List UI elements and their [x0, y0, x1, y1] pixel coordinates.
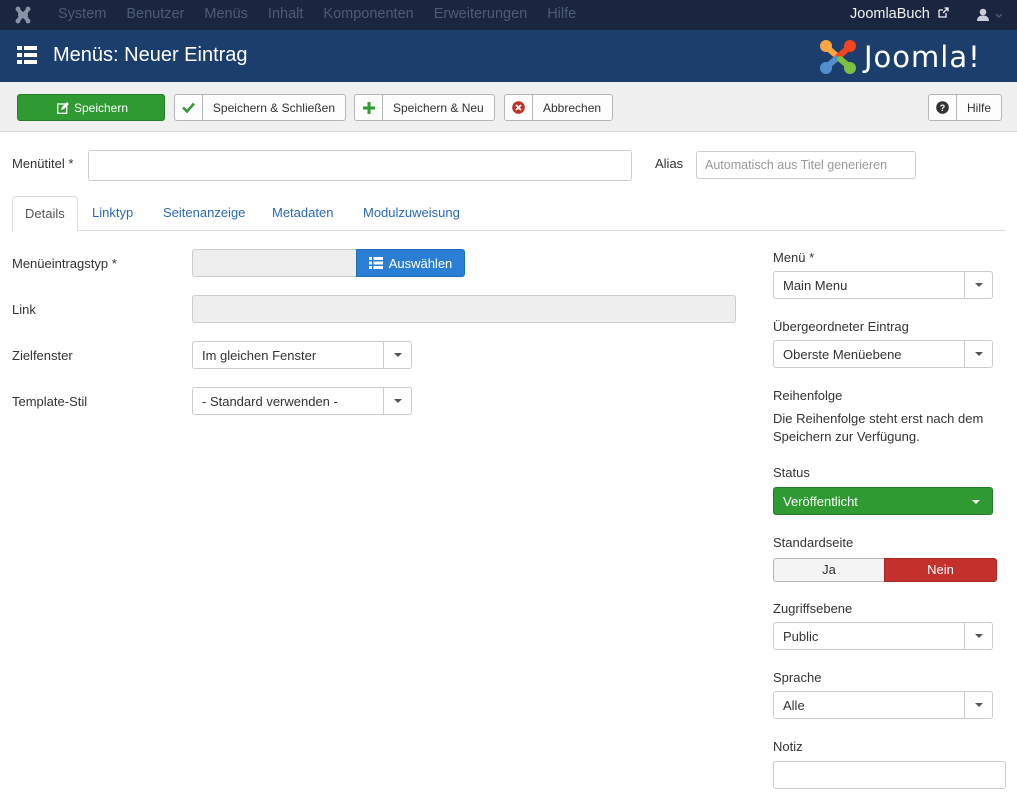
- note-label: Notiz: [773, 739, 803, 754]
- site-link-label: JoomlaBuch: [850, 6, 930, 22]
- default-page-label: Standardseite: [773, 535, 854, 550]
- access-level-value: Public: [783, 629, 819, 644]
- menu-item-benutzer[interactable]: Benutzer: [126, 0, 184, 30]
- link-field: [192, 295, 736, 323]
- target-window-label: Zielfenster: [12, 348, 73, 363]
- joomla-logo-icon[interactable]: [15, 6, 31, 24]
- ordering-label: Reihenfolge: [773, 388, 843, 403]
- menu-item-komponenten[interactable]: Komponenten: [323, 0, 413, 30]
- tab-metadaten[interactable]: Metadaten: [272, 196, 333, 231]
- menu-item-menues[interactable]: Menüs: [204, 0, 248, 30]
- parent-item-label: Übergeordneter Eintrag: [773, 319, 909, 334]
- menu-item-type-field: [192, 249, 357, 277]
- svg-text:?: ?: [940, 103, 946, 113]
- plus-icon: [355, 95, 383, 120]
- default-page-no-button[interactable]: Nein: [884, 558, 997, 582]
- parent-item-select[interactable]: Oberste Menüebene: [773, 340, 993, 368]
- menu-title-input[interactable]: [88, 150, 632, 181]
- access-level-select[interactable]: Public: [773, 622, 993, 650]
- save-button[interactable]: Speichern: [17, 94, 165, 121]
- menu-item-erweiterungen[interactable]: Erweiterungen: [434, 0, 528, 30]
- menu-label: Menü *: [773, 250, 815, 265]
- language-select[interactable]: Alle: [773, 691, 993, 719]
- ordering-help-line-1: Die Reihenfolge steht erst nach dem: [773, 411, 984, 426]
- external-link-icon: [938, 7, 949, 18]
- language-value: Alle: [783, 698, 805, 713]
- main-menu: System Benutzer Menüs Inhalt Komponenten…: [58, 0, 596, 30]
- help-label: Hilfe: [966, 100, 991, 115]
- status-label: Status: [773, 465, 810, 480]
- note-input[interactable]: [773, 761, 1006, 789]
- template-style-value: - Standard verwenden -: [202, 394, 338, 409]
- list-icon: [368, 257, 383, 269]
- default-page-yes-button[interactable]: Ja: [773, 558, 885, 582]
- chevron-down-icon: [964, 341, 992, 367]
- chevron-down-icon: [383, 342, 411, 368]
- target-window-select[interactable]: Im gleichen Fenster: [192, 341, 412, 369]
- menu-value: Main Menu: [783, 278, 848, 293]
- tab-details[interactable]: Details: [12, 196, 78, 232]
- help-button[interactable]: ? Hilfe: [928, 94, 1002, 121]
- menu-select[interactable]: Main Menu: [773, 271, 993, 299]
- cancel-button[interactable]: Abbrechen: [504, 94, 613, 121]
- question-circle-icon: ?: [929, 95, 957, 120]
- tab-bar: Details Linktyp Seitenanzeige Metadaten …: [12, 196, 1006, 232]
- check-icon: [175, 95, 203, 120]
- access-level-label: Zugriffsebene: [773, 601, 853, 616]
- tab-linktyp[interactable]: Linktyp: [92, 196, 133, 231]
- save-button-label: Speichern: [73, 100, 129, 115]
- alias-input[interactable]: Automatisch aus Titel generieren: [696, 151, 916, 179]
- chevron-down-icon: [964, 272, 992, 298]
- chevron-down-icon: [964, 692, 992, 718]
- tab-modulzuweisung[interactable]: Modulzuweisung: [363, 196, 460, 231]
- select-type-button[interactable]: Auswählen: [356, 249, 465, 277]
- toolbar: Speichern Speichern & Schließen Speicher…: [0, 82, 1017, 132]
- save-close-label: Speichern & Schließen: [212, 100, 335, 115]
- menu-item-hilfe[interactable]: Hilfe: [547, 0, 576, 30]
- menu-item-inhalt[interactable]: Inhalt: [268, 0, 303, 30]
- site-link[interactable]: JoomlaBuch: [850, 0, 949, 29]
- parent-item-value: Oberste Menüebene: [783, 347, 902, 362]
- chevron-down-icon: [383, 388, 411, 414]
- template-style-select[interactable]: - Standard verwenden -: [192, 387, 412, 415]
- user-icon[interactable]: [977, 8, 1007, 22]
- chevron-down-icon: [972, 500, 980, 504]
- link-label: Link: [12, 302, 36, 317]
- edit-icon: [54, 95, 72, 120]
- save-new-label: Speichern & Neu: [393, 100, 484, 115]
- menu-title-label: Menütitel *: [12, 156, 74, 171]
- template-style-label: Template-Stil: [12, 394, 88, 409]
- select-type-label: Auswählen: [388, 255, 453, 271]
- cancel-label: Abbrechen: [543, 100, 602, 115]
- menu-item-type-label: Menüeintragstyp *: [12, 256, 117, 271]
- joomla-logo-icon: [820, 40, 856, 74]
- list-icon: [17, 46, 37, 64]
- alias-placeholder: Automatisch aus Titel generieren: [705, 158, 888, 172]
- chevron-down-icon: [964, 623, 992, 649]
- alias-label: Alias: [655, 156, 684, 171]
- page-title: Menüs: Neuer Eintrag: [53, 44, 248, 66]
- ordering-help-line-2: Speichern zur Verfügung.: [773, 429, 920, 444]
- cancel-circle-icon: [505, 95, 533, 120]
- page-header: Menüs: Neuer Eintrag Joomla!: [0, 30, 1017, 82]
- tab-seitenanzeige[interactable]: Seitenanzeige: [163, 196, 245, 231]
- save-new-button[interactable]: Speichern & Neu: [354, 94, 495, 121]
- status-select[interactable]: Veröffentlicht: [773, 487, 993, 515]
- joomla-brand-text: Joomla!: [864, 40, 981, 74]
- top-navbar: System Benutzer Menüs Inhalt Komponenten…: [0, 0, 1017, 30]
- save-close-button[interactable]: Speichern & Schließen: [174, 94, 346, 121]
- menu-item-system[interactable]: System: [58, 0, 106, 30]
- status-value: Veröffentlicht: [783, 494, 858, 509]
- language-label: Sprache: [773, 670, 822, 685]
- joomla-brand: Joomla!: [818, 38, 1008, 76]
- target-window-value: Im gleichen Fenster: [202, 348, 317, 363]
